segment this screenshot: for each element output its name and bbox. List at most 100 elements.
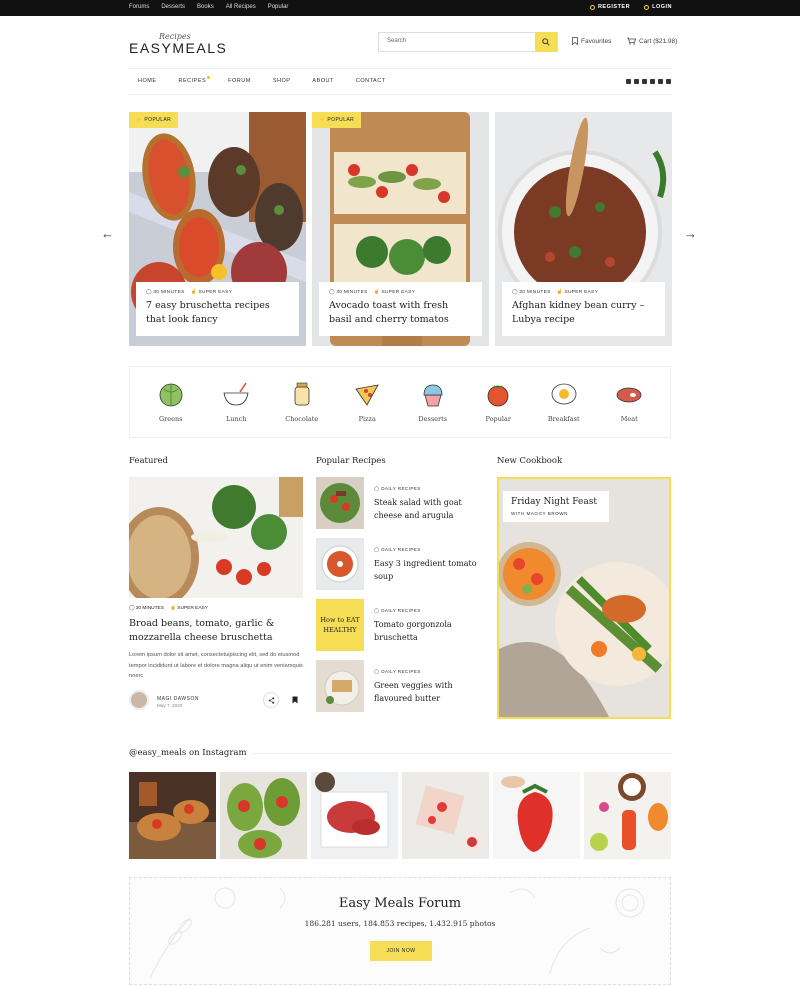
featured-meta: ◯ 30 MINUTES ☝ SUPER EASY — [129, 606, 208, 611]
cabbage-icon — [159, 383, 183, 407]
hero-next-arrow-icon[interactable]: → — [684, 226, 697, 241]
favourites-link[interactable]: Favourites — [572, 37, 611, 45]
avatar[interactable] — [129, 690, 149, 710]
category-desserts[interactable]: Desserts — [405, 381, 461, 423]
register-link[interactable]: REGISTER — [589, 4, 630, 10]
search-icon — [542, 38, 550, 46]
hero-tag-popular: ⚡ POPULAR — [312, 112, 362, 128]
instagram-photo-3[interactable] — [311, 772, 398, 859]
featured-time: 30 MINUTES — [135, 606, 164, 611]
pinterest-icon[interactable] — [650, 79, 655, 84]
featured-image[interactable] — [129, 477, 303, 598]
clock-icon: ◯ 30 MINUTES — [512, 290, 551, 295]
author-name[interactable]: MAGI DAWSON — [157, 696, 199, 702]
category-greens[interactable]: Greens — [143, 381, 199, 423]
hero-title[interactable]: Avocado toast with fresh basil and cherr… — [329, 299, 472, 327]
youtube-icon[interactable] — [666, 79, 671, 84]
nav-contact[interactable]: CONTACT — [356, 78, 386, 84]
favourites-label: Favourites — [581, 37, 612, 45]
pizza-icon — [355, 384, 380, 406]
search-input[interactable]: Search — [387, 38, 406, 44]
nav-shop[interactable]: SHOP — [273, 78, 291, 84]
category-chocolate[interactable]: Chocolate — [274, 381, 330, 423]
category-lunch[interactable]: Lunch — [208, 381, 264, 423]
category-breakfast[interactable]: Breakfast — [536, 381, 592, 423]
cookbook-subtitle: WITH MAGGY BROWN — [511, 511, 568, 516]
hero-title[interactable]: 7 easy bruschetta recipes that look fanc… — [146, 299, 289, 327]
nav-forum[interactable]: FORUM — [228, 78, 251, 84]
tomato-icon — [487, 385, 509, 407]
instagram-photo-6[interactable] — [584, 772, 671, 859]
category-label: Lunch — [225, 415, 247, 423]
egg-icon — [551, 383, 577, 405]
category-pizza[interactable]: Pizza — [339, 381, 395, 423]
hero-meta: ◯ 30 MINUTES ☝ SUPER EASY — [329, 290, 472, 295]
bookmark-button[interactable] — [287, 692, 303, 708]
thumb-text: How to EAT HEALTHY — [320, 616, 360, 634]
instagram-photo-4[interactable] — [402, 772, 489, 859]
popular-heading: Popular Recipes — [316, 456, 386, 466]
ig-carpaccio — [311, 772, 398, 859]
login-link[interactable]: LOGIN — [644, 4, 672, 10]
nav-home[interactable]: HOME — [138, 78, 157, 84]
category-label: Popular — [485, 415, 511, 423]
popular-title[interactable]: Easy 3 ingredient tomato soup — [374, 557, 484, 583]
popular-thumb: How to EAT HEALTHY — [316, 599, 364, 651]
instagram-photo-1[interactable] — [129, 772, 216, 859]
top-link-all-recipes[interactable]: All Recipes — [226, 4, 256, 10]
cart-link[interactable]: Cart ($21.98) — [627, 37, 677, 45]
hero-level: SUPER EASY — [198, 290, 233, 295]
search-button[interactable] — [535, 32, 557, 52]
category-meat[interactable]: Meat — [601, 381, 657, 423]
list-item[interactable]: How to EAT HEALTHY ◯ DAILY RECIPES Tomat… — [316, 599, 486, 651]
popular-meta: DAILY RECIPES — [381, 486, 421, 491]
clock-icon: ◯ DAILY RECIPES — [374, 669, 421, 674]
hero-caption: ◯ 30 MINUTES ☝ SUPER EASY 7 easy brusche… — [136, 282, 299, 336]
popular-title[interactable]: Green veggies with flavoured butter — [374, 679, 484, 705]
category-popular[interactable]: Popular — [470, 381, 526, 423]
top-link-popular[interactable]: Popular — [268, 4, 289, 10]
forum-title: Easy Meals Forum — [338, 896, 462, 911]
twitter-icon[interactable] — [634, 79, 639, 84]
list-item[interactable]: ◯ DAILY RECIPES Green veggies with flavo… — [316, 660, 486, 712]
hero-card-2[interactable]: ⚡ POPULAR ◯ 30 MINUTES ☝ SUPER EASY Avoc… — [312, 112, 489, 346]
hero-meta: ◯ 30 MINUTES ☝ SUPER EASY — [146, 290, 289, 295]
hero-prev-arrow-icon[interactable]: ← — [101, 226, 114, 241]
cookbook-label: Friday Night Feast WITH MAGGY BROWN — [503, 491, 609, 522]
forum-stats: 186.281 users, 184.853 recipes, 1.432.91… — [304, 919, 496, 928]
list-item[interactable]: ◯ DAILY RECIPES Steak salad with goat ch… — [316, 477, 486, 529]
ig-strawberry — [493, 772, 580, 859]
cookbook-title: Friday Night Feast — [511, 497, 597, 507]
popular-title[interactable]: Steak salad with goat cheese and arugula — [374, 496, 484, 522]
nav-recipes[interactable]: RECIPES — [179, 76, 211, 84]
facebook-icon[interactable] — [642, 79, 647, 84]
category-label: Greens — [158, 415, 183, 423]
cookbook-card[interactable]: Friday Night Feast WITH MAGGY BROWN — [497, 477, 671, 719]
join-now-button[interactable]: JOIN NOW — [370, 941, 432, 961]
clock-icon: ◯ DAILY RECIPES — [374, 547, 421, 552]
nav-about[interactable]: ABOUT — [312, 78, 333, 84]
hero-title[interactable]: Afghan kidney bean curry – Lubya recipe — [512, 299, 655, 327]
hero-card-3[interactable]: ◯ 30 MINUTES ☝ SUPER EASY Afghan kidney … — [495, 112, 672, 346]
thumb-icon: ☝ SUPER EASY — [556, 290, 599, 295]
top-link-desserts[interactable]: Desserts — [161, 4, 185, 10]
hero-card-1[interactable]: ⚡ POPULAR ◯ 30 MINUTES ☝ SUPER EASY 7 ea… — [129, 112, 306, 346]
featured-heading: Featured — [129, 456, 168, 466]
clock-icon: ◯ 30 MINUTES — [129, 606, 164, 611]
featured-title[interactable]: Broad beans, tomato, garlic & mozzarella… — [129, 617, 304, 645]
top-link-books[interactable]: Books — [197, 4, 214, 10]
category-label: Desserts — [418, 415, 448, 423]
popular-title[interactable]: Tomato gorgonzola bruschetta — [374, 618, 484, 644]
hero-time: 30 MINUTES — [519, 290, 551, 295]
logo-wordmark: EASYMEALS — [129, 40, 228, 56]
ig-berry-cake — [402, 772, 489, 859]
share-button[interactable] — [263, 692, 279, 708]
instagram-photo-5[interactable] — [493, 772, 580, 859]
top-link-forums[interactable]: Forums — [129, 4, 149, 10]
list-item[interactable]: ◯ DAILY RECIPES Easy 3 ingredient tomato… — [316, 538, 486, 590]
steak-icon — [616, 387, 642, 403]
instagram-icon[interactable] — [626, 79, 631, 84]
rss-icon[interactable] — [658, 79, 663, 84]
instagram-photo-2[interactable] — [220, 772, 307, 859]
hero-tag-label: POPULAR — [327, 117, 355, 123]
